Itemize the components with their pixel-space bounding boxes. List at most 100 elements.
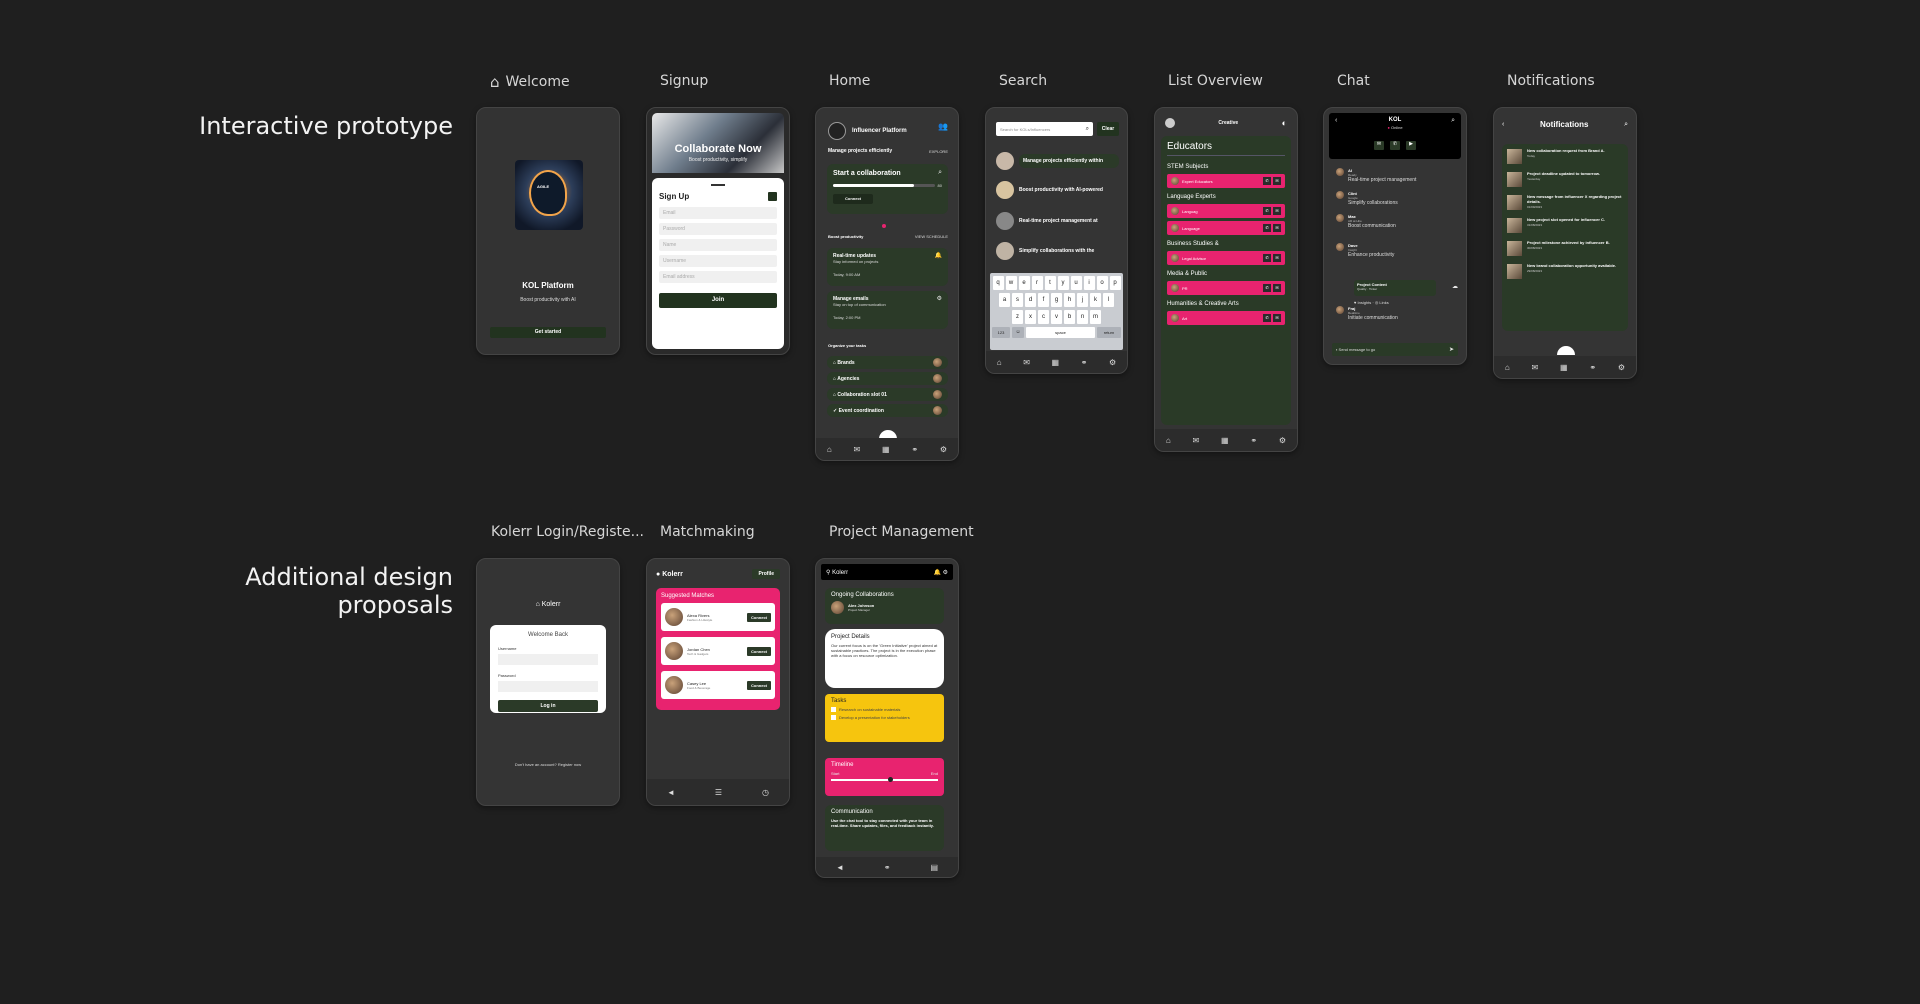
key[interactable]: s xyxy=(1012,293,1023,307)
send-icon[interactable]: ➤ xyxy=(1449,346,1454,353)
notification-item[interactable]: New brand collaboration opportunity avai… xyxy=(1507,263,1623,279)
home-icon[interactable]: ⌂ xyxy=(827,445,832,454)
search-result[interactable]: Manage projects efficiently within xyxy=(996,148,1119,174)
key[interactable]: z xyxy=(1012,310,1023,324)
key[interactable]: f xyxy=(1038,293,1049,307)
document-icon[interactable]: ▤ xyxy=(930,863,938,872)
key[interactable]: g xyxy=(1051,293,1062,307)
register-link[interactable]: Don't have an account? Register now xyxy=(477,762,619,767)
key[interactable]: b xyxy=(1064,310,1075,324)
settings-icon[interactable]: ⚙ xyxy=(1109,358,1116,367)
settings-icon[interactable]: ⚙ xyxy=(1279,436,1286,445)
update-card[interactable]: Real-time updates Stay informed on proje… xyxy=(827,248,948,286)
key[interactable]: h xyxy=(1064,293,1075,307)
search-icon[interactable]: ⌕ xyxy=(1086,126,1089,133)
key[interactable]: a xyxy=(999,293,1010,307)
email-address-field[interactable]: Email address xyxy=(659,271,777,283)
username-input[interactable] xyxy=(498,654,598,665)
frame-label-list-overview[interactable]: List Overview xyxy=(1168,73,1263,89)
view-schedule-link[interactable]: VIEW SCHEDULE xyxy=(915,234,948,239)
educator-item[interactable]: PR ✆ ✉ xyxy=(1167,281,1285,295)
key[interactable]: j xyxy=(1077,293,1088,307)
match-card[interactable]: Casey Lee Food & Beverage Connect xyxy=(661,671,775,699)
bell-icon[interactable]: 🔔 xyxy=(933,570,940,576)
profile-button[interactable]: Profile xyxy=(752,569,780,579)
key[interactable]: v xyxy=(1051,310,1062,324)
mail-icon[interactable]: ✉ xyxy=(1532,363,1539,372)
email-field[interactable]: Email xyxy=(659,207,777,219)
educator-item[interactable]: Language ✆ ✉ xyxy=(1167,221,1285,235)
search-input[interactable]: Search for KOLs/Influencers ⌕ xyxy=(996,122,1093,136)
video-icon[interactable]: ▶ xyxy=(1406,141,1416,150)
educator-item[interactable]: Legal Advisor ✆ ✉ xyxy=(1167,251,1285,265)
key[interactable]: e xyxy=(1018,276,1030,290)
key[interactable]: y xyxy=(1057,276,1069,290)
notification-item[interactable]: Project milestone achieved by influencer… xyxy=(1507,240,1623,256)
users-icon[interactable]: 👥 xyxy=(938,122,948,131)
educator-item[interactable]: Languag ✆ ✉ xyxy=(1167,204,1285,218)
key[interactable]: u xyxy=(1070,276,1082,290)
mail-icon[interactable]: ✉ xyxy=(1193,436,1200,445)
search-icon[interactable]: ⌕ xyxy=(1451,117,1455,125)
key[interactable]: w xyxy=(1005,276,1017,290)
search-result[interactable]: Boost productivity with AI-powered xyxy=(996,174,1119,206)
message-icon[interactable]: ✉ xyxy=(1273,254,1281,262)
key[interactable]: p xyxy=(1109,276,1121,290)
handshake-icon[interactable]: ⚭ xyxy=(911,445,918,454)
key-emoji[interactable]: ☺ xyxy=(1012,327,1024,338)
frame-label-welcome[interactable]: ⌂ Welcome xyxy=(490,73,570,91)
home-icon[interactable]: ⌂ xyxy=(997,358,1002,367)
home-icon[interactable]: ⌂ xyxy=(1505,363,1510,372)
message-icon[interactable]: ✉ xyxy=(1273,207,1281,215)
key[interactable]: d xyxy=(1025,293,1036,307)
cloud-icon[interactable]: ☁ xyxy=(1452,283,1458,290)
palette-icon[interactable]: ◐ xyxy=(1282,118,1287,128)
task-item[interactable]: ⌂ Agencies xyxy=(827,372,948,385)
message-icon[interactable]: ✉ xyxy=(1273,177,1281,185)
calendar-icon[interactable]: ▦ xyxy=(1052,358,1060,367)
task-checkbox[interactable]: Develop a presentation for stakeholders xyxy=(831,715,938,720)
key[interactable]: l xyxy=(1103,293,1114,307)
slider-handle[interactable] xyxy=(887,777,893,782)
name-field[interactable]: Name xyxy=(659,239,777,251)
message-icon[interactable]: ✉ xyxy=(1273,284,1281,292)
search-icon[interactable]: ⌕ xyxy=(938,169,942,177)
key-return[interactable]: return xyxy=(1097,327,1121,338)
key[interactable]: c xyxy=(1038,310,1049,324)
key[interactable]: i xyxy=(1083,276,1095,290)
key[interactable]: o xyxy=(1096,276,1108,290)
connect-button[interactable]: Connect xyxy=(747,680,771,690)
key[interactable]: m xyxy=(1090,310,1101,324)
mail-icon[interactable]: ✉ xyxy=(1023,358,1030,367)
attach-icon[interactable]: ▪ xyxy=(1336,347,1337,352)
timeline-slider[interactable] xyxy=(831,777,938,782)
gear-icon[interactable]: ⚙ xyxy=(943,570,948,576)
notification-item[interactable]: New message from influencer X regarding … xyxy=(1507,194,1623,210)
handshake-icon[interactable]: ⚭ xyxy=(884,863,891,872)
task-checkbox[interactable]: Research on sustainable materials xyxy=(831,707,938,712)
settings-icon[interactable]: ⚙ xyxy=(1618,363,1625,372)
start-collab-card[interactable]: Start a collaboration ⌕ 80 Connect xyxy=(827,164,948,214)
password-input[interactable] xyxy=(498,681,598,692)
key[interactable]: q xyxy=(992,276,1004,290)
frame-label-home[interactable]: Home xyxy=(829,73,870,89)
username-field[interactable]: Username xyxy=(659,255,777,267)
key[interactable]: x xyxy=(1025,310,1036,324)
explore-link[interactable]: EXPLORE xyxy=(929,149,948,154)
call-icon[interactable]: ✆ xyxy=(1263,284,1271,292)
notification-item[interactable]: Project deadline updated to tomorrow. Yes… xyxy=(1507,171,1623,187)
call-icon[interactable]: ✆ xyxy=(1263,314,1271,322)
mail-icon[interactable]: ✉ xyxy=(854,445,861,454)
search-result[interactable]: Simplify collaborations with the xyxy=(996,236,1119,266)
educator-item[interactable]: Art ✆ ✉ xyxy=(1167,311,1285,325)
key-space[interactable]: space xyxy=(1026,327,1095,338)
list-icon[interactable]: ☰ xyxy=(715,788,722,797)
frame-label-project-management[interactable]: Project Management xyxy=(829,524,974,540)
task-item[interactable]: ⌂ Brands xyxy=(827,356,948,369)
message-icon[interactable]: ✉ xyxy=(1273,314,1281,322)
frame-label-search[interactable]: Search xyxy=(999,73,1047,89)
home-icon[interactable]: ⌂ xyxy=(1166,436,1171,445)
frame-label-notifications[interactable]: Notifications xyxy=(1507,73,1595,89)
notification-item[interactable]: New project slot opened for influencer C… xyxy=(1507,217,1623,233)
handshake-icon[interactable]: ⚭ xyxy=(1250,436,1257,445)
